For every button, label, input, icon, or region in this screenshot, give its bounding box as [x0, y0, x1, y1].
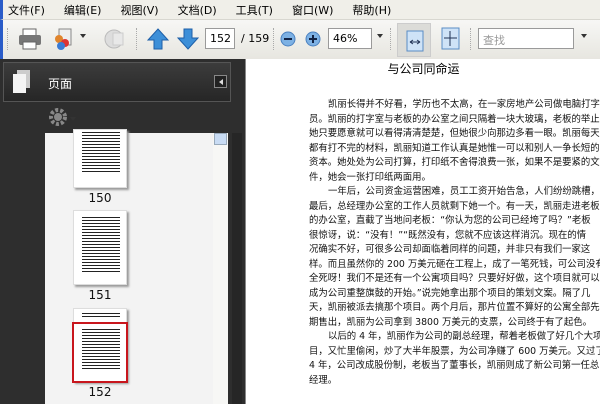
page-number-input[interactable]: 152	[205, 28, 235, 49]
document-text-line: 最后，总经理办公室的工作人员就剩下她一个。有一天，凯丽走进老板	[309, 200, 600, 212]
current-view-indicator[interactable]	[72, 322, 128, 383]
document-text-line: 都有打不完的材料，凯丽知道工作认真是她惟一可以和别人一争长短的	[309, 142, 600, 154]
thumbnail-scrollbar[interactable]	[213, 133, 228, 404]
document-text-line: 天，凯丽被派去搞那个项目。两个月后，那片位置不算好的公寓全部先	[309, 302, 600, 313]
print-icon[interactable]	[17, 27, 43, 51]
pages-icon	[13, 70, 30, 93]
document-title: 与公司同命运	[387, 62, 460, 76]
zoom-out-icon[interactable]	[280, 31, 296, 55]
panel-header: 页面	[3, 62, 231, 102]
collaborate-icon[interactable]	[51, 27, 75, 51]
panel-resize-handle[interactable]	[232, 133, 242, 404]
document-view: 与公司同命运 凯丽长得并不好看，学历也不太高，在一家房地产公司做电脑打字员。凯丽…	[245, 59, 600, 404]
navigation-panel: 页面 150 151 152	[0, 59, 245, 404]
menu-view[interactable]: 视图(V)	[120, 2, 158, 18]
page-total: / 159	[241, 32, 270, 45]
document-text-line: 经理。	[309, 374, 338, 386]
panel-title: 页面	[48, 77, 73, 91]
fit-page-icon[interactable]	[441, 27, 461, 51]
document-text-line: 期售出，凯丽为公司拿到 3800 万美元的支票，公司终于有了起色。	[309, 316, 592, 328]
zoom-input[interactable]: 46%	[328, 28, 372, 49]
next-page-icon[interactable]	[177, 27, 199, 51]
search-dropdown[interactable]	[581, 34, 587, 38]
menu-window[interactable]: 窗口(W)	[292, 2, 333, 18]
document-text-line: 况确实不好，可很多公司却面临着同样的问题，并非只有我们一家这	[309, 244, 591, 255]
page-thumbnail-151[interactable]	[73, 210, 127, 285]
search-input[interactable]: 查找	[478, 28, 574, 49]
menu-edit[interactable]: 编辑(E)	[64, 2, 102, 18]
options-gear-icon[interactable]	[48, 107, 68, 127]
document-text-line: 一年后，公司资金运营困难，员工工资开始告急，人们纷纷跳槽，	[328, 186, 600, 197]
document-text-line: 成为公司重整旗鼓的开始。”说完她拿出那个项目的策划文案。隔了几	[309, 287, 591, 299]
previous-page-icon[interactable]	[147, 27, 169, 51]
document-text-line: 员。凯丽的打字室与老板的办公室之间只隔着一块大玻璃，老板的举止	[309, 113, 600, 125]
fit-width-button[interactable]	[397, 23, 431, 57]
thumbnail-label: 151	[88, 288, 112, 302]
menu-document[interactable]: 文档(D)	[178, 2, 217, 18]
document-text-line: 资本。她处处为公司打算，打印纸不舍得浪费一张，如果不是要紧的文	[309, 157, 600, 168]
collapse-panel-button[interactable]	[214, 75, 227, 88]
menu-file[interactable]: 文件(F)	[8, 2, 45, 18]
document-text-line: 4 年，公司改成股份制，老板当了董事长，凯丽则成了新公司第一任总	[309, 360, 600, 371]
thumbnail-list: 150 151 152	[45, 129, 228, 404]
document-text-line: 以后的 4 年，凯丽作为公司的副总经理，帮着老板做了好几个大项	[328, 331, 600, 342]
scroll-up-button[interactable]	[214, 133, 227, 145]
thumbnail-label: 152	[88, 385, 112, 399]
zoom-in-icon[interactable]	[305, 31, 321, 55]
document-text-line: 全死呀！我们不是还有一个公寓项目吗？只要好好做，这个项目就可以	[309, 273, 600, 284]
menu-help[interactable]: 帮助(H)	[352, 2, 391, 18]
fit-width-icon	[406, 30, 424, 52]
page-thumbnail-150[interactable]	[73, 129, 127, 188]
document-text-line: 的办公室，直截了当地问老板：“你认为您的公司已经垮了吗？”老板	[309, 215, 591, 226]
document-text-line: 件，她会一张打印纸两面用。	[309, 171, 431, 183]
zoom-dropdown[interactable]	[377, 34, 383, 38]
document-text-line: 目，又忙里偷闲，炒了大半年股票，为公司净赚了 600 万美元。又过了	[309, 345, 600, 357]
document-text-line: 凯丽长得并不好看，学历也不太高，在一家房地产公司做电脑打字	[328, 99, 600, 110]
document-text-line: 很惊讶，说：“没有！”“既然没有，您就不应该这样消沉。现在的情	[309, 229, 587, 241]
thumbnail-label: 150	[88, 191, 112, 205]
menu-tools[interactable]: 工具(T)	[236, 2, 273, 18]
sign-icon[interactable]	[103, 27, 127, 51]
document-text-line: 她只要愿意就可以看得清清楚楚，但她很少向那边多看一眼。凯丽每天	[309, 128, 600, 139]
menu-bar: 文件(F) 编辑(E) 视图(V) 文档(D) 工具(T) 窗口(W) 帮助(H…	[0, 0, 600, 19]
document-text-line: 样。而且虽然你的 200 万美元砸在工程上，成了一笔死钱，可公司没有	[309, 258, 600, 270]
toolbar: 152 / 159 46% 查找	[0, 19, 600, 59]
